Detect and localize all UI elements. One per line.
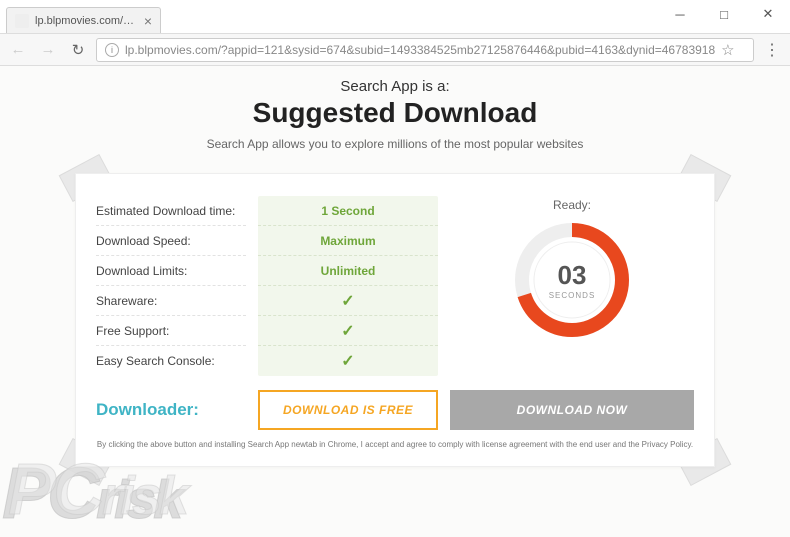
address-bar: ← → ↻ i lp.blpmovies.com/?appid=121&sysi… — [0, 34, 790, 66]
hero-title: Suggested Download — [0, 97, 790, 129]
url-text: lp.blpmovies.com/?appid=121&sysid=674&su… — [125, 43, 715, 57]
reload-button[interactable]: ↻ — [66, 38, 90, 62]
download-free-button[interactable]: DOWNLOAD IS FREE — [258, 390, 438, 430]
forward-button[interactable]: → — [36, 38, 60, 62]
back-button[interactable]: ← — [6, 38, 30, 62]
browser-menu-button[interactable]: ⋮ — [760, 40, 784, 60]
bookmark-icon[interactable]: ☆ — [721, 41, 734, 59]
tab-title: lp.blpmovies.com/?appi... — [35, 15, 140, 27]
countdown-gauge: 03 SECONDS — [512, 220, 632, 340]
value-estimated: 1 Second — [258, 196, 438, 226]
check-icon: ✓ — [341, 291, 354, 311]
favicon-icon — [15, 14, 29, 28]
label-console: Easy Search Console: — [96, 346, 246, 376]
close-window-button[interactable]: ✕ — [746, 0, 790, 28]
value-speed: Maximum — [258, 226, 438, 256]
minimize-button[interactable]: ─ — [658, 0, 702, 28]
label-limits: Download Limits: — [96, 256, 246, 286]
ready-label: Ready: — [553, 198, 591, 212]
value-limits: Unlimited — [258, 256, 438, 286]
maximize-button[interactable]: □ — [702, 0, 746, 28]
hero-pretitle: Search App is a: — [0, 78, 790, 95]
close-tab-icon[interactable]: × — [144, 13, 152, 29]
hero-subtitle: Search App allows you to explore million… — [0, 137, 790, 151]
new-tab-button[interactable] — [165, 13, 187, 33]
disclaimer-text: By clicking the above button and install… — [96, 440, 694, 450]
downloader-label: Downloader: — [96, 400, 246, 420]
label-support: Free Support: — [96, 316, 246, 346]
download-now-button[interactable]: DOWNLOAD NOW — [450, 390, 694, 430]
label-estimated: Estimated Download time: — [96, 196, 246, 226]
page-content: Search App is a: Suggested Download Sear… — [0, 66, 790, 537]
label-shareware: Shareware: — [96, 286, 246, 316]
countdown-number: 03 — [549, 260, 596, 291]
browser-tab[interactable]: lp.blpmovies.com/?appi... × — [6, 7, 161, 33]
info-card: Estimated Download time: Download Speed:… — [75, 173, 715, 467]
site-info-icon[interactable]: i — [105, 43, 119, 57]
label-speed: Download Speed: — [96, 226, 246, 256]
url-input[interactable]: i lp.blpmovies.com/?appid=121&sysid=674&… — [96, 38, 754, 62]
check-icon: ✓ — [341, 321, 354, 341]
check-icon: ✓ — [341, 351, 354, 371]
countdown-unit: SECONDS — [549, 291, 596, 300]
